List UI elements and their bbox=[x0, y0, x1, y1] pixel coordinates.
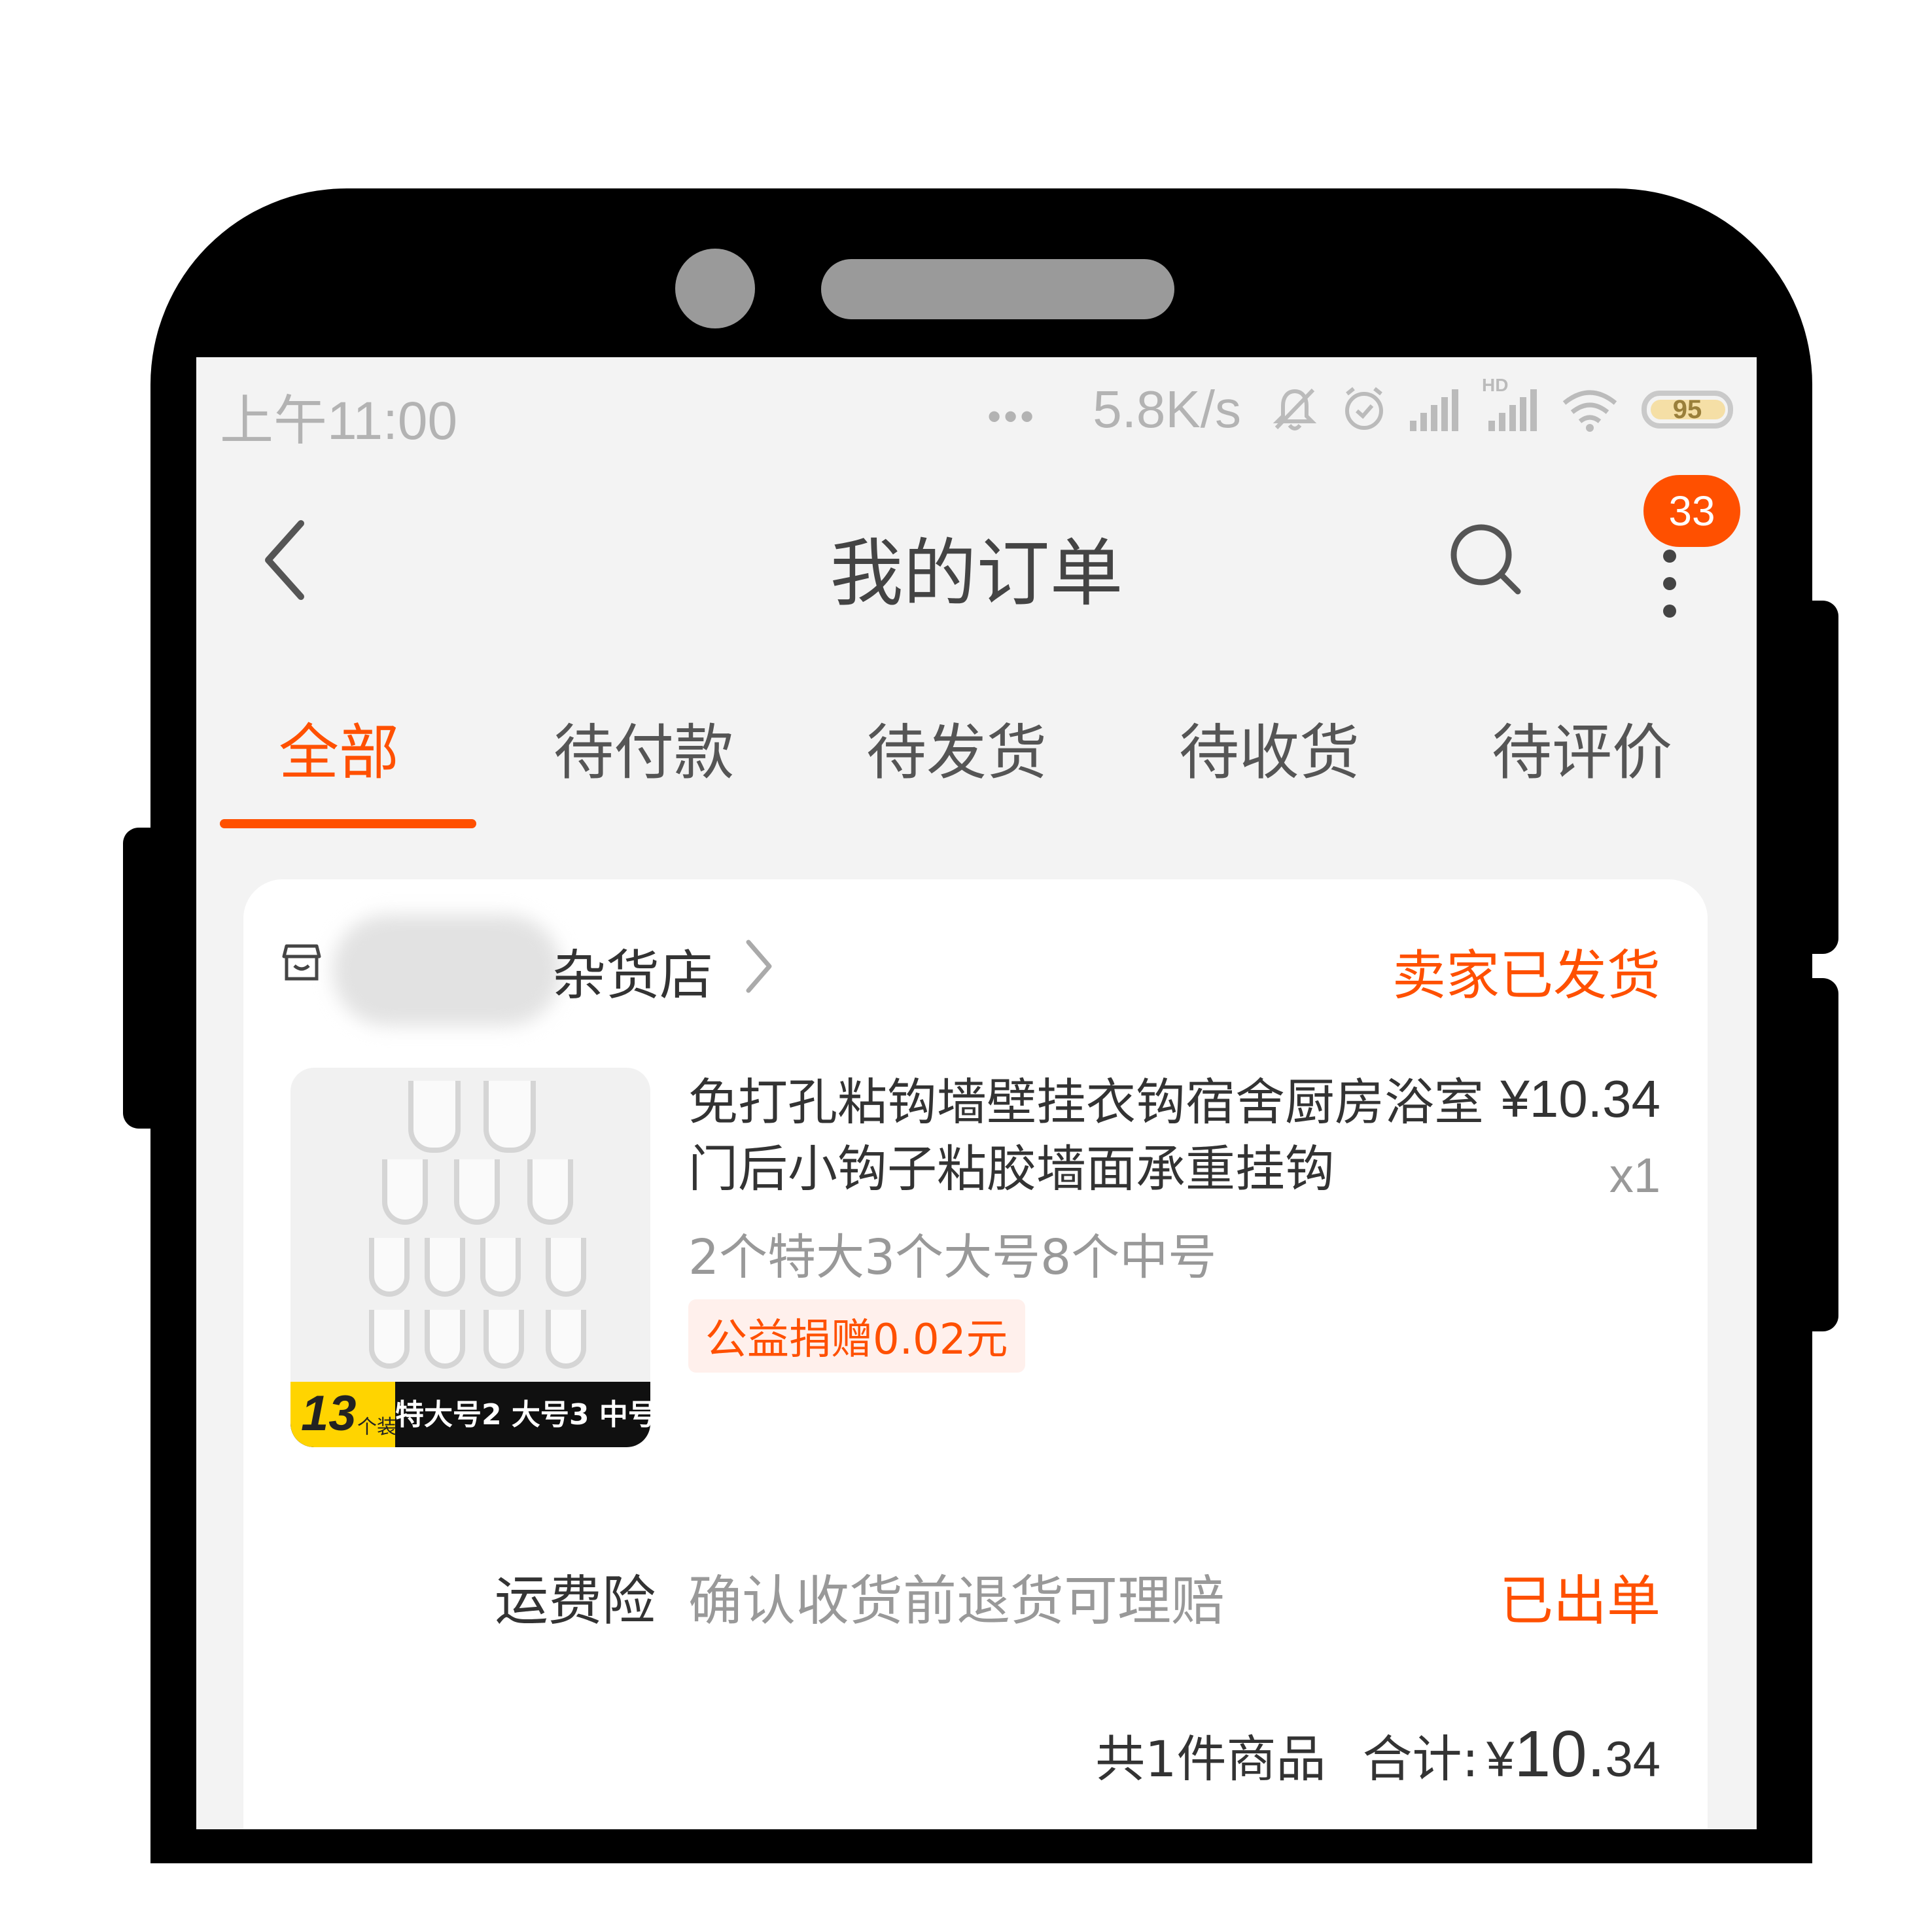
search-button[interactable] bbox=[1447, 521, 1526, 602]
hook-shape bbox=[480, 1238, 521, 1297]
product-price: ¥10.34 bbox=[1500, 1070, 1660, 1128]
total-label: 合计: bbox=[1362, 1730, 1479, 1788]
wifi-icon bbox=[1560, 386, 1619, 433]
network-speed: 5.8K/s bbox=[1093, 380, 1241, 438]
hook-shape bbox=[546, 1238, 586, 1297]
more-icon bbox=[1663, 550, 1676, 618]
shop-name[interactable]: 杂货店 bbox=[552, 932, 713, 1010]
order-card[interactable]: 杂货店 卖家已发货 13 个装 特大号2 大号3 中号8 免打孔粘钩墙壁挂衣钩宿… bbox=[243, 879, 1708, 1829]
more-menu-button[interactable] bbox=[1657, 547, 1683, 635]
hook-shape bbox=[369, 1310, 410, 1369]
tab-pending-receipt[interactable]: 待收货 bbox=[1179, 704, 1360, 791]
total-currency: ¥ bbox=[1486, 1732, 1515, 1787]
signal-hd-label: HD bbox=[1482, 375, 1509, 395]
image-count-number: 13 bbox=[301, 1386, 357, 1441]
search-icon bbox=[1450, 524, 1521, 595]
hook-shape bbox=[546, 1310, 586, 1369]
hook-shape bbox=[369, 1238, 410, 1297]
product-image[interactable]: 13 个装 特大号2 大号3 中号8 bbox=[290, 1068, 650, 1447]
earpiece-speaker bbox=[821, 259, 1174, 319]
tab-all[interactable]: 全部 bbox=[279, 704, 399, 791]
charity-tag: 公益捐赠0.02元 bbox=[688, 1299, 1025, 1373]
status-time: 上午11:00 bbox=[220, 391, 458, 451]
total-amount-integer: 10. bbox=[1514, 1717, 1606, 1791]
phone-side-button-right-lower bbox=[1793, 978, 1838, 1331]
hook-shape bbox=[483, 1310, 524, 1369]
hook-shape bbox=[454, 1159, 500, 1225]
tab-pending-review[interactable]: 待评价 bbox=[1492, 704, 1672, 791]
product-quantity: x1 bbox=[1609, 1148, 1660, 1203]
hook-shape bbox=[425, 1238, 465, 1297]
shop-icon bbox=[281, 942, 322, 985]
insurance-description: 确认收货前退货可理赔 bbox=[688, 1570, 1225, 1632]
battery-percent: 95 bbox=[1672, 395, 1702, 424]
total-amount-decimal: 34 bbox=[1605, 1732, 1660, 1787]
tab-pending-payment[interactable]: 待付款 bbox=[553, 704, 734, 791]
image-count-unit: 个装 bbox=[357, 1416, 396, 1439]
tab-pending-shipment[interactable]: 待发货 bbox=[866, 704, 1047, 791]
item-count: 共1件商品 bbox=[1095, 1730, 1326, 1788]
order-summary: 共1件商品 合计: ¥ 10. 34 bbox=[1095, 1717, 1660, 1792]
battery-icon: 95 bbox=[1642, 391, 1733, 429]
signal-hd-icon: HD bbox=[1481, 375, 1541, 432]
hook-shape bbox=[382, 1159, 428, 1225]
image-size-text: 特大号2 大号3 中号8 bbox=[395, 1398, 650, 1431]
chevron-right-icon[interactable] bbox=[742, 937, 775, 998]
phone-side-button-left bbox=[123, 828, 169, 1129]
app-screen: 上午11:00 ••• 5.8K/s HD 95 我的订单 33 全部 待付款 … bbox=[196, 357, 1757, 1829]
order-tabs: 全部 待付款 待发货 待收货 待评价 bbox=[220, 704, 1725, 802]
phone-side-button-right-upper bbox=[1793, 601, 1838, 954]
hook-shape bbox=[408, 1081, 461, 1153]
hook-shape bbox=[425, 1310, 465, 1369]
order-status: 卖家已发货 bbox=[1392, 945, 1660, 1007]
product-variant: 2个特大3个大号8个中号 bbox=[688, 1229, 1217, 1286]
front-camera bbox=[675, 249, 755, 328]
hook-shape bbox=[483, 1081, 536, 1153]
hook-shape bbox=[527, 1159, 573, 1225]
insurance-status: 已出单 bbox=[1499, 1570, 1660, 1632]
insurance-label: 运费险 bbox=[495, 1570, 656, 1632]
signal-icon bbox=[1409, 387, 1461, 432]
mute-icon bbox=[1270, 385, 1320, 434]
alarm-icon bbox=[1339, 385, 1389, 434]
status-icons: ••• 5.8K/s HD 95 bbox=[987, 375, 1733, 442]
notification-badge: 33 bbox=[1643, 475, 1740, 547]
more-notifications-dots: ••• bbox=[987, 394, 1037, 438]
redacted-shop-name-blur bbox=[332, 915, 561, 1026]
product-title[interactable]: 免打孔粘钩墙壁挂衣钩宿舍厨房浴室门后小钩子粘胶墙面承重挂钩 bbox=[688, 1069, 1506, 1203]
active-tab-indicator bbox=[220, 819, 476, 828]
